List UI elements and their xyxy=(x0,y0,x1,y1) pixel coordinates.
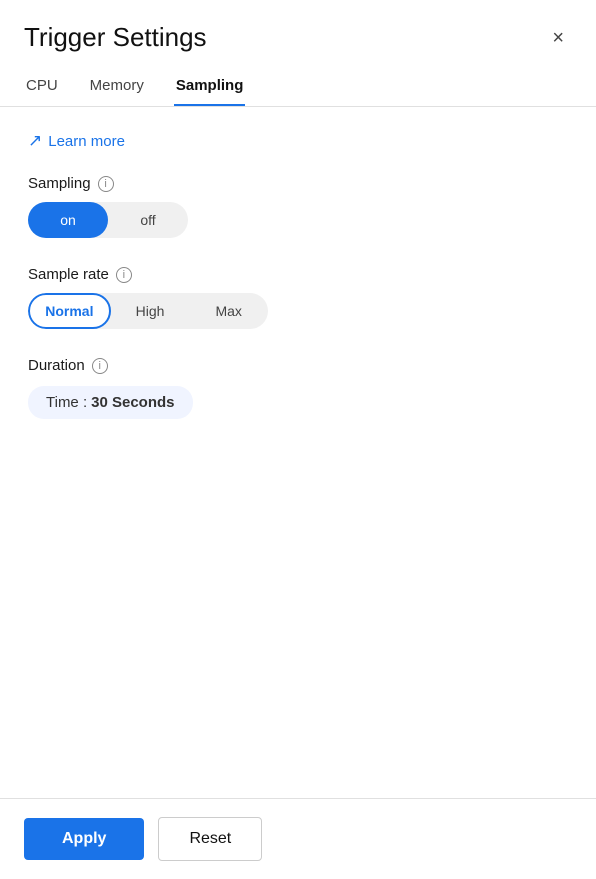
sample-rate-segment[interactable]: Normal High Max xyxy=(28,293,268,329)
duration-section-label: Duration xyxy=(28,357,85,374)
sampling-info-icon[interactable]: i xyxy=(98,176,114,192)
segment-normal[interactable]: Normal xyxy=(28,293,111,329)
dialog-content: ↗ Learn more Sampling i on off Sample ra… xyxy=(0,107,596,798)
toggle-off[interactable]: off xyxy=(108,202,188,238)
dialog-header: Trigger Settings × xyxy=(0,0,596,63)
duration-info-icon[interactable]: i xyxy=(92,358,108,374)
tab-bar: CPU Memory Sampling xyxy=(0,69,596,107)
segment-max[interactable]: Max xyxy=(189,293,268,329)
learn-more-link[interactable]: ↗ Learn more xyxy=(28,131,568,151)
reset-button[interactable]: Reset xyxy=(158,817,262,861)
tab-sampling[interactable]: Sampling xyxy=(174,69,246,106)
tab-memory[interactable]: Memory xyxy=(88,69,146,106)
sampling-toggle[interactable]: on off xyxy=(28,202,188,238)
sample-rate-info-icon[interactable]: i xyxy=(116,267,132,283)
trigger-settings-dialog: Trigger Settings × CPU Memory Sampling ↗… xyxy=(0,0,596,879)
dialog-title: Trigger Settings xyxy=(24,22,207,53)
duration-time-label: Time : xyxy=(46,394,87,411)
apply-button[interactable]: Apply xyxy=(24,818,144,860)
dialog-footer: Apply Reset xyxy=(0,798,596,879)
sampling-label-row: Sampling i xyxy=(28,175,568,192)
sample-rate-section-label: Sample rate xyxy=(28,266,109,283)
duration-time-value: 30 Seconds xyxy=(91,394,174,411)
learn-more-label: Learn more xyxy=(48,133,125,150)
duration-label-row: Duration i xyxy=(28,357,568,374)
sample-rate-label-row: Sample rate i xyxy=(28,266,568,283)
tab-cpu[interactable]: CPU xyxy=(24,69,60,106)
toggle-on[interactable]: on xyxy=(28,202,108,238)
external-link-icon: ↗ xyxy=(28,131,42,151)
sampling-section-label: Sampling xyxy=(28,175,91,192)
duration-badge[interactable]: Time : 30 Seconds xyxy=(28,386,193,419)
segment-high[interactable]: High xyxy=(111,293,190,329)
close-button[interactable]: × xyxy=(544,24,572,52)
